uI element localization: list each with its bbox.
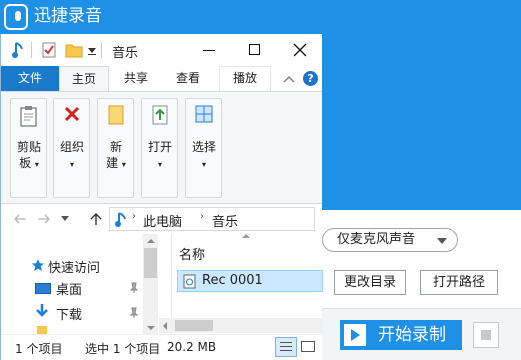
stop-button[interactable] bbox=[473, 322, 499, 348]
pin-icon bbox=[129, 282, 139, 293]
new-folder-icon[interactable] bbox=[65, 42, 83, 58]
new-group[interactable]: 新建 ▾ bbox=[97, 98, 134, 198]
open-path-button[interactable]: 打开路径 bbox=[420, 270, 498, 295]
explorer-window: 音乐 文件 主页 共享 查看 播放 ? 剪贴板 ▾ 组织 ▾ 新 建 ▾ 打开 … bbox=[0, 34, 323, 360]
back-arrow-icon[interactable] bbox=[13, 213, 27, 225]
download-icon bbox=[36, 304, 48, 317]
help-icon[interactable]: ? bbox=[303, 71, 318, 86]
star-icon bbox=[32, 259, 44, 271]
file-name: Rec 0001 bbox=[202, 273, 263, 288]
breadcrumb-chevron-icon: › bbox=[200, 211, 204, 222]
dropdown-underline bbox=[88, 54, 96, 55]
tab-view[interactable]: 查看 bbox=[163, 66, 213, 91]
details-view-icon[interactable] bbox=[275, 337, 297, 357]
forward-arrow-icon[interactable] bbox=[37, 213, 51, 225]
desktop-icon bbox=[35, 283, 51, 294]
item-count: 1 个项目 bbox=[15, 342, 63, 356]
title-separator bbox=[101, 42, 102, 58]
tab-play[interactable]: 播放 bbox=[220, 66, 270, 91]
large-icons-view-icon[interactable] bbox=[299, 338, 317, 356]
open-group[interactable]: 打开 ▾ bbox=[141, 98, 178, 198]
sort-ascending-icon bbox=[242, 234, 250, 238]
scroll-up-icon[interactable] bbox=[147, 239, 155, 243]
clipboard-group[interactable]: 剪贴板 ▾ bbox=[10, 98, 47, 198]
start-recording-label: 开始录制 bbox=[378, 325, 446, 345]
microphone-icon bbox=[4, 4, 28, 30]
explorer-title-bar: 音乐 bbox=[1, 34, 322, 66]
breadcrumb-chevron-icon: › bbox=[132, 211, 136, 222]
navigation-bar: › 此电脑 › 音乐 bbox=[1, 204, 322, 234]
audio-source-value: 仅麦克风声音 bbox=[337, 232, 416, 247]
new-label: 新建 ▾ bbox=[106, 140, 126, 170]
properties-icon[interactable] bbox=[41, 42, 57, 58]
tab-share[interactable]: 共享 bbox=[111, 66, 161, 91]
change-directory-button[interactable]: 更改目录 bbox=[334, 270, 406, 295]
nav-scroll-thumb[interactable] bbox=[144, 248, 157, 278]
app-header-panel bbox=[322, 34, 521, 210]
address-bar[interactable]: › 此电脑 › 音乐 bbox=[109, 207, 315, 231]
tab-file[interactable]: 文件 bbox=[1, 66, 59, 91]
open-label: 打开 ▾ bbox=[147, 140, 172, 169]
maximize-icon[interactable] bbox=[249, 44, 260, 55]
music-folder-icon bbox=[115, 212, 126, 227]
folder-icon bbox=[37, 326, 47, 334]
column-header-name[interactable]: 名称 bbox=[179, 244, 205, 263]
select-label: 选择 ▾ bbox=[191, 140, 216, 169]
app-title-bar: 迅捷录音 bbox=[0, 0, 521, 34]
hscroll-thumb[interactable] bbox=[175, 320, 213, 331]
quick-access-dropdown-icon[interactable] bbox=[88, 48, 96, 53]
up-arrow-icon[interactable] bbox=[89, 212, 103, 226]
music-note-icon bbox=[12, 42, 23, 58]
start-recording-button[interactable]: 开始录制 bbox=[340, 320, 462, 350]
window-title: 音乐 bbox=[112, 46, 139, 61]
recent-locations-icon[interactable] bbox=[61, 216, 69, 221]
nav-quick-access[interactable]: 快速访问 bbox=[48, 257, 100, 276]
clipboard-label: 剪贴板 ▾ bbox=[16, 140, 41, 170]
toolbar-separator bbox=[31, 42, 32, 58]
file-row[interactable]: Rec 0001 bbox=[177, 270, 323, 292]
file-browser: 快速访问 桌面 下载 名称 Rec 0001 bbox=[1, 234, 323, 334]
ribbon: 剪贴板 ▾ 组织 ▾ 新建 ▾ 打开 ▾ 选择 ▾ bbox=[1, 91, 322, 204]
organize-group[interactable]: 组织 ▾ bbox=[53, 98, 90, 198]
new-item-icon bbox=[108, 105, 124, 125]
clipboard-icon bbox=[20, 106, 37, 127]
chevron-down-icon bbox=[437, 238, 447, 244]
open-icon bbox=[152, 105, 168, 125]
select-all-icon bbox=[195, 105, 213, 123]
minimize-icon[interactable] bbox=[203, 50, 215, 51]
collapse-ribbon-icon[interactable] bbox=[283, 74, 295, 84]
ribbon-tabs: 文件 主页 共享 查看 播放 ? bbox=[1, 66, 322, 91]
status-bar: 1 个项目 选中 1 个项目 20.2 MB bbox=[1, 334, 322, 360]
audio-file-icon bbox=[183, 274, 196, 289]
play-icon bbox=[344, 324, 366, 346]
tab-home[interactable]: 主页 bbox=[59, 66, 109, 91]
breadcrumb-this-pc[interactable]: 此电脑 bbox=[143, 211, 182, 230]
scroll-left-icon[interactable] bbox=[163, 322, 167, 330]
nav-desktop[interactable]: 桌面 bbox=[56, 279, 82, 298]
scroll-down-icon[interactable] bbox=[147, 326, 155, 330]
pin-icon bbox=[129, 307, 139, 318]
organize-label: 组织 ▾ bbox=[59, 140, 84, 169]
breadcrumb-music[interactable]: 音乐 bbox=[212, 211, 238, 230]
app-title: 迅捷录音 bbox=[34, 6, 102, 26]
delete-icon bbox=[64, 106, 80, 122]
select-group[interactable]: 选择 ▾ bbox=[185, 98, 222, 198]
close-icon[interactable] bbox=[293, 43, 307, 57]
selected-size: 20.2 MB bbox=[167, 340, 217, 354]
audio-source-select[interactable]: 仅麦克风声音 bbox=[322, 228, 458, 252]
nav-downloads[interactable]: 下载 bbox=[56, 304, 82, 323]
selected-count: 选中 1 个项目 bbox=[85, 342, 161, 356]
